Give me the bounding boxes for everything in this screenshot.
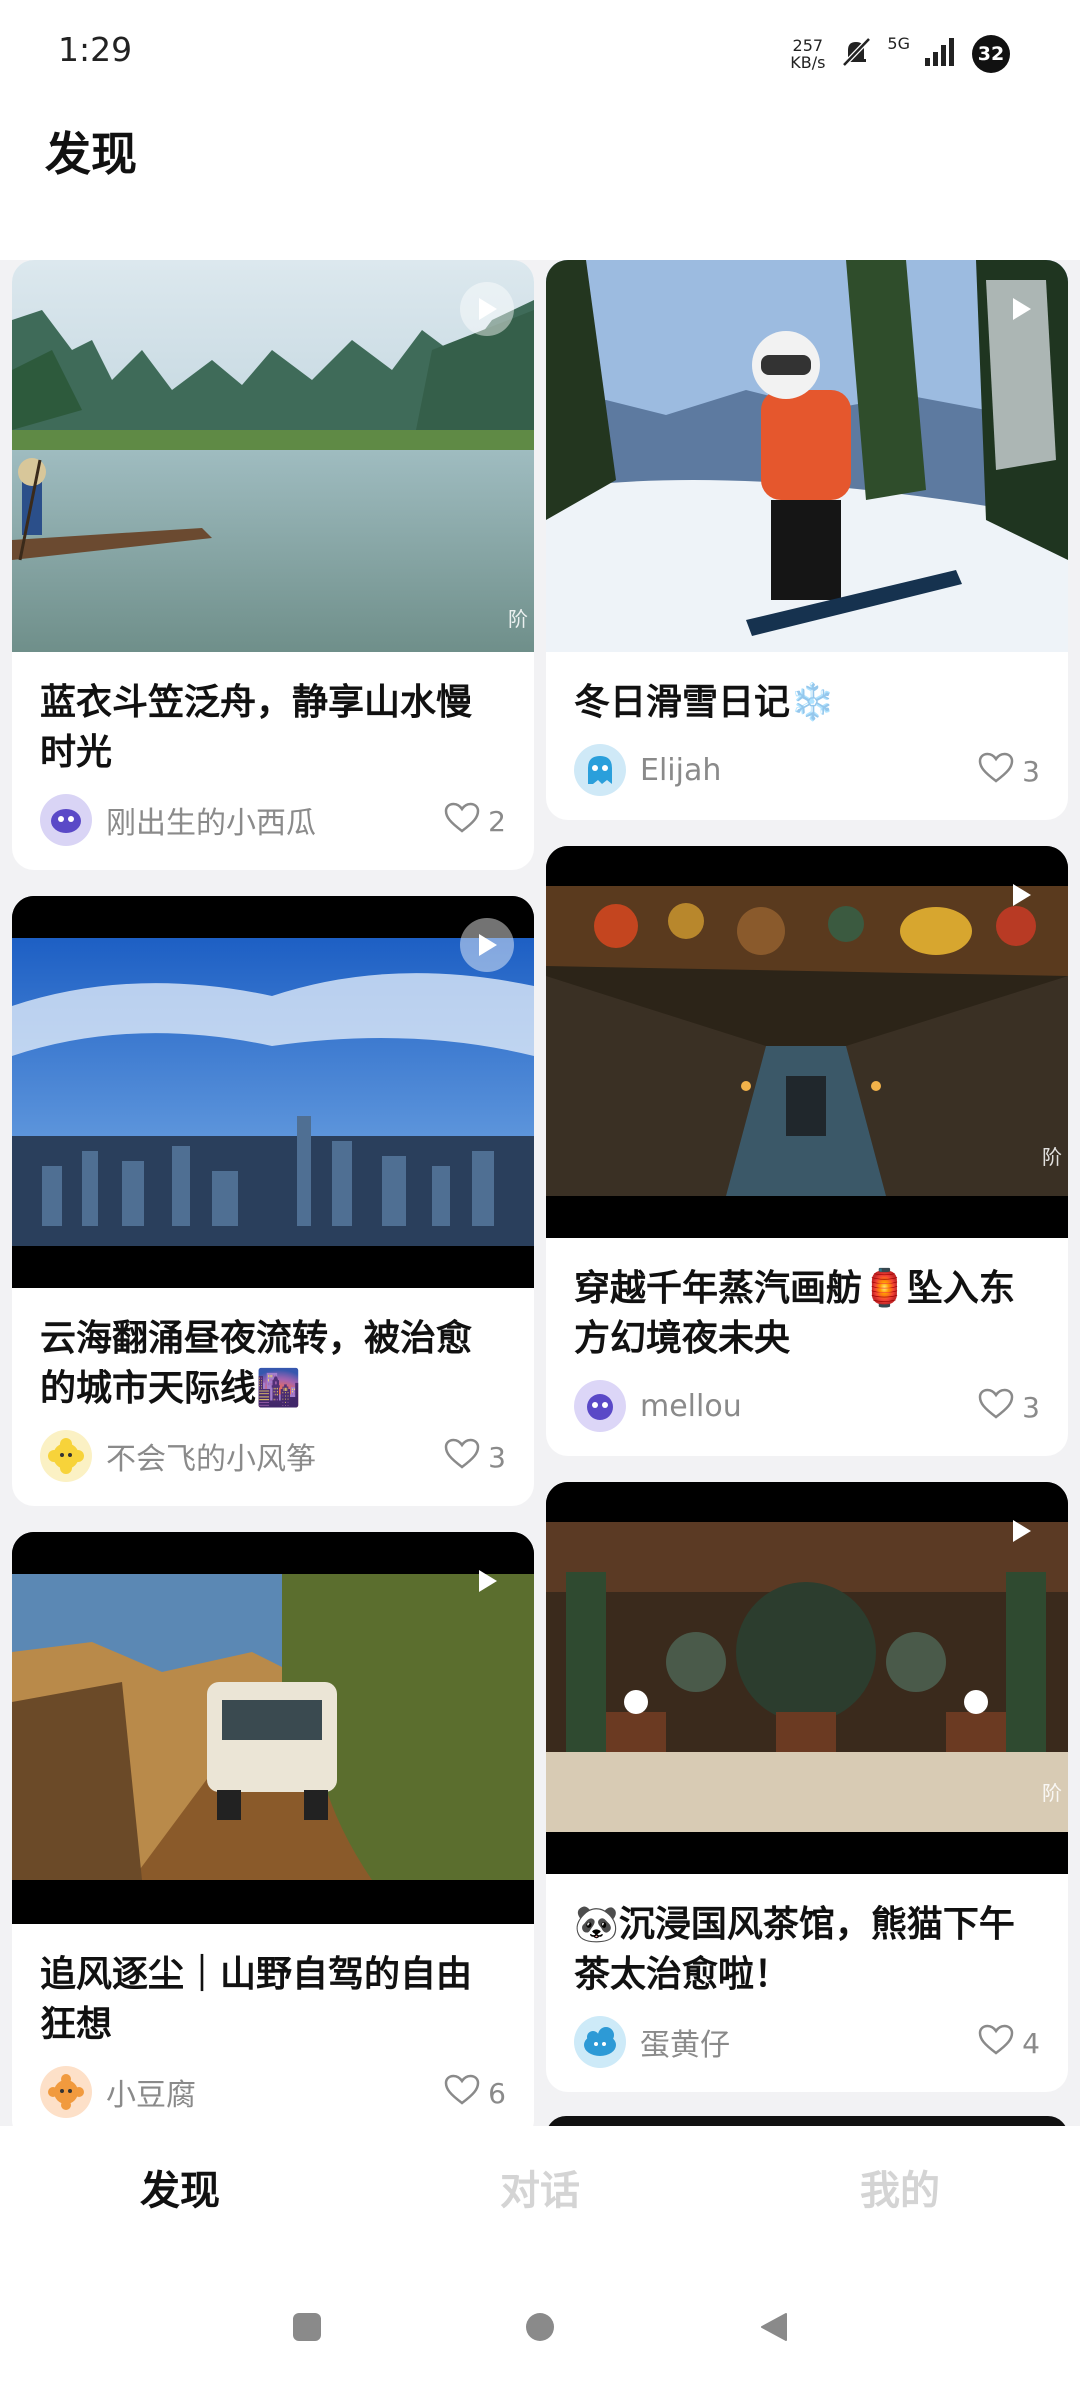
avatar[interactable] — [574, 2016, 626, 2068]
corner-mark: 阶 — [508, 607, 528, 631]
card-meta: 小豆腐 6 — [40, 2064, 506, 2120]
author-name[interactable]: mellou — [640, 1389, 742, 1424]
author-name[interactable]: 蛋黄仔 — [640, 2020, 730, 2064]
card-meta: 刚出生的小西瓜 2 — [40, 792, 506, 848]
header: 发现 — [0, 110, 1080, 260]
system-nav-bar — [0, 2266, 1080, 2400]
like-count: 2 — [488, 805, 506, 838]
play-icon[interactable] — [994, 868, 1048, 922]
home-icon[interactable] — [525, 2312, 555, 2346]
card-title: 追风逐尘｜山野自驾的自由狂想 — [40, 1954, 473, 2045]
play-icon[interactable] — [994, 282, 1048, 336]
feed-card[interactable]: 冬日滑雪日记❄️ Elijah 3 — [546, 260, 1068, 820]
like-count: 6 — [488, 2077, 506, 2110]
video-thumbnail[interactable] — [546, 260, 1068, 652]
heart-icon — [978, 2024, 1014, 2063]
avatar[interactable] — [40, 1430, 92, 1482]
video-thumbnail[interactable] — [12, 896, 534, 1288]
recents-icon[interactable] — [292, 2312, 322, 2346]
heart-icon — [444, 2074, 480, 2113]
card-meta: Elijah 3 — [574, 742, 1040, 798]
avatar[interactable] — [40, 794, 92, 846]
back-icon[interactable] — [758, 2312, 788, 2346]
corner-mark: 阶 — [1042, 1781, 1062, 1805]
card-title: 穿越千年蒸汽画舫🏮坠入东方幻境夜未央 — [574, 1268, 1015, 1359]
like-button[interactable]: 3 — [444, 1438, 506, 1477]
tab-mine[interactable]: 我的 — [720, 2126, 1080, 2266]
feed-card[interactable]: 阶 穿越千年蒸汽画舫🏮坠入东方幻境夜未央 mellou 3 — [546, 846, 1068, 1456]
video-thumbnail[interactable]: 阶 — [546, 846, 1068, 1238]
play-icon[interactable] — [460, 918, 514, 972]
play-icon[interactable] — [460, 1554, 514, 1608]
like-count: 3 — [488, 1441, 506, 1474]
battery-badge: 32 — [972, 35, 1010, 73]
like-button[interactable]: 2 — [444, 802, 506, 841]
card-title: 🐼沉浸国风茶馆，熊猫下午茶太治愈啦！ — [574, 1904, 1015, 1995]
heart-icon — [444, 1438, 480, 1477]
feed-card[interactable]: 追风逐尘｜山野自驾的自由狂想 小豆腐 6 — [12, 1532, 534, 2126]
card-meta: 不会飞的小风筝 3 — [40, 1428, 506, 1484]
feed-card[interactable]: 云海翻涌昼夜流转，被治愈的城市天际线🌆 不会飞的小风筝 3 — [12, 896, 534, 1506]
like-button[interactable]: 6 — [444, 2074, 506, 2113]
corner-mark: 阶 — [1042, 1145, 1062, 1169]
discover-feed[interactable]: 阶 蓝衣斗笠泛舟，静享山水慢时光 刚出生的小西瓜 2 冬日滑雪日记❄️ Elij… — [0, 260, 1080, 2126]
play-icon[interactable] — [994, 1504, 1048, 1558]
card-meta: mellou 3 — [574, 1378, 1040, 1434]
play-icon[interactable] — [460, 282, 514, 336]
heart-icon — [978, 1388, 1014, 1427]
video-thumbnail[interactable]: 阶 — [12, 260, 534, 652]
tab-discover[interactable]: 发现 — [0, 2126, 360, 2266]
heart-icon — [444, 802, 480, 841]
card-meta: 蛋黄仔 4 — [574, 2014, 1040, 2070]
card-title: 冬日滑雪日记❄️ — [574, 682, 835, 723]
bell-muted-icon — [839, 35, 873, 73]
like-button[interactable]: 3 — [978, 752, 1040, 791]
video-thumbnail[interactable] — [12, 1532, 534, 1924]
author-name[interactable]: Elijah — [640, 753, 721, 788]
avatar[interactable] — [574, 744, 626, 796]
signal-icon — [924, 36, 958, 72]
feed-card[interactable]: 阶 🐼沉浸国风茶馆，熊猫下午茶太治愈啦！ 蛋黄仔 4 — [546, 1482, 1068, 2092]
feed-card[interactable]: 阶 蓝衣斗笠泛舟，静享山水慢时光 刚出生的小西瓜 2 — [12, 260, 534, 870]
feed-card-partial[interactable] — [546, 2116, 1068, 2126]
like-count: 4 — [1022, 2027, 1040, 2060]
tab-chat[interactable]: 对话 — [360, 2126, 720, 2266]
author-name[interactable]: 刚出生的小西瓜 — [106, 798, 316, 842]
net-speed: 257 KB/s — [790, 37, 825, 71]
author-name[interactable]: 不会飞的小风筝 — [106, 1434, 316, 1478]
net-speed-value: 257 — [792, 36, 824, 55]
like-button[interactable]: 3 — [978, 1388, 1040, 1427]
card-title: 云海翻涌昼夜流转，被治愈的城市天际线🌆 — [40, 1318, 473, 1409]
author-name[interactable]: 小豆腐 — [106, 2070, 196, 2114]
status-time: 1:29 — [58, 30, 133, 69]
avatar[interactable] — [574, 1380, 626, 1432]
like-count: 3 — [1022, 755, 1040, 788]
card-title: 蓝衣斗笠泛舟，静享山水慢时光 — [40, 682, 473, 773]
network-type: 5G — [887, 34, 910, 53]
video-thumbnail[interactable]: 阶 — [546, 1482, 1068, 1874]
like-button[interactable]: 4 — [978, 2024, 1040, 2063]
heart-icon — [978, 752, 1014, 791]
status-bar: 1:29 257 KB/s 5G 32 — [0, 0, 1080, 110]
status-icons: 257 KB/s 5G 32 — [790, 32, 1010, 76]
page-title: 发现 — [45, 127, 137, 181]
bottom-tab-bar: 发现 对话 我的 — [0, 2126, 1080, 2266]
like-count: 3 — [1022, 1391, 1040, 1424]
avatar[interactable] — [40, 2066, 92, 2118]
net-speed-unit: KB/s — [790, 53, 826, 72]
